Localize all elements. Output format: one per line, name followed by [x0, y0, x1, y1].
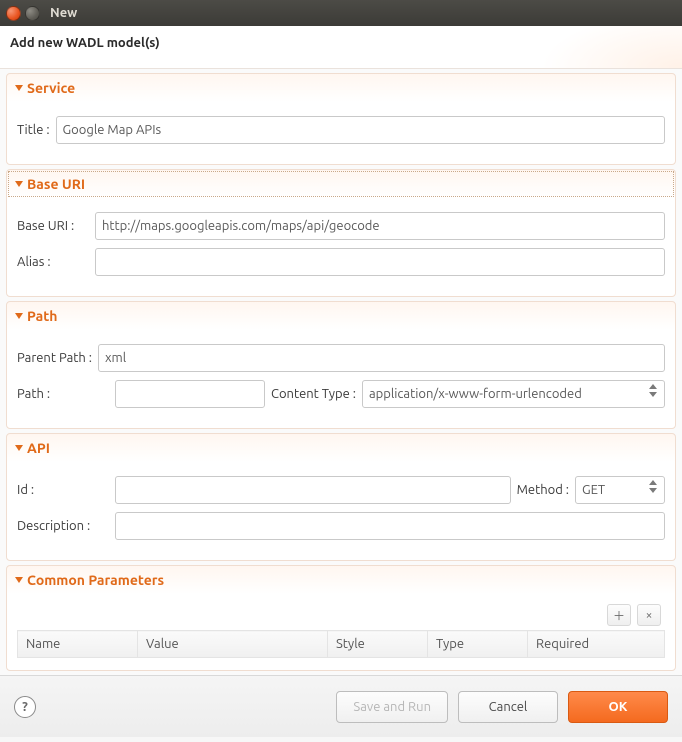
caret-down-icon: [15, 85, 23, 91]
section-service: Service Title :: [6, 73, 676, 165]
api-method-select[interactable]: GET: [575, 476, 665, 504]
section-path-title: Path: [27, 308, 57, 324]
caret-down-icon: [15, 313, 23, 319]
section-path: Path Parent Path : Path : Content Type :…: [6, 301, 676, 429]
section-path-header[interactable]: Path: [7, 302, 675, 330]
dialog-body: Service Title : Base URI Base URI : Alia…: [0, 69, 682, 675]
api-description-input[interactable]: [115, 512, 665, 540]
alias-label: Alias :: [17, 255, 89, 269]
parameters-table-header-row: Name Value Style Type Required: [18, 631, 665, 658]
plus-icon: ＋: [613, 607, 625, 624]
caret-down-icon: [15, 577, 23, 583]
section-base-uri-title: Base URI: [27, 176, 85, 192]
params-toolbar: ＋ ×: [17, 600, 665, 630]
path-input[interactable]: [115, 380, 265, 408]
titlebar: New: [0, 0, 682, 26]
section-base-uri: Base URI Base URI : Alias :: [6, 169, 676, 297]
save-and-run-button[interactable]: Save and Run: [336, 691, 448, 723]
service-title-input[interactable]: [56, 116, 665, 144]
section-base-uri-header[interactable]: Base URI: [7, 170, 675, 198]
api-description-label: Description :: [17, 519, 109, 533]
api-id-label: Id :: [17, 483, 109, 497]
content-type-label: Content Type :: [271, 387, 356, 401]
section-common-parameters-header[interactable]: Common Parameters: [7, 566, 675, 594]
dialog-header-text: Add new WADL model(s): [10, 36, 160, 50]
base-uri-label: Base URI :: [17, 219, 89, 233]
section-common-parameters: Common Parameters ＋ × Name Value Style T…: [6, 565, 676, 671]
help-button[interactable]: ?: [14, 696, 36, 718]
section-service-title: Service: [27, 80, 75, 96]
ok-button[interactable]: OK: [568, 691, 668, 723]
base-uri-input[interactable]: [95, 212, 665, 240]
section-common-parameters-title: Common Parameters: [27, 572, 164, 588]
parent-path-input[interactable]: [98, 344, 665, 372]
dialog-header: Add new WADL model(s): [0, 26, 682, 69]
section-api-title: API: [27, 440, 50, 456]
parameters-table: Name Value Style Type Required: [17, 630, 665, 658]
help-icon: ?: [22, 700, 28, 714]
remove-parameter-button[interactable]: ×: [637, 604, 661, 626]
caret-down-icon: [15, 445, 23, 451]
col-name[interactable]: Name: [18, 631, 138, 658]
api-id-input[interactable]: [115, 476, 511, 504]
add-parameter-button[interactable]: ＋: [607, 604, 631, 626]
content-type-select[interactable]: application/x-www-form-urlencoded: [362, 380, 665, 408]
section-api-header[interactable]: API: [7, 434, 675, 462]
caret-down-icon: [15, 181, 23, 187]
service-title-label: Title :: [17, 123, 50, 137]
window-close-icon[interactable]: [6, 6, 21, 21]
window-title: New: [50, 6, 77, 20]
parent-path-label: Parent Path :: [17, 351, 92, 365]
section-service-header[interactable]: Service: [7, 74, 675, 102]
col-required[interactable]: Required: [528, 631, 665, 658]
path-label: Path :: [17, 387, 109, 401]
col-style[interactable]: Style: [328, 631, 428, 658]
alias-input[interactable]: [95, 248, 665, 276]
dialog-footer: ? Save and Run Cancel OK: [0, 675, 682, 737]
col-type[interactable]: Type: [428, 631, 528, 658]
col-value[interactable]: Value: [138, 631, 328, 658]
x-icon: ×: [646, 609, 653, 622]
api-method-label: Method :: [517, 483, 569, 497]
cancel-button[interactable]: Cancel: [458, 691, 558, 723]
section-api: API Id : Method : GET Description :: [6, 433, 676, 561]
window-minimize-icon[interactable]: [25, 6, 40, 21]
